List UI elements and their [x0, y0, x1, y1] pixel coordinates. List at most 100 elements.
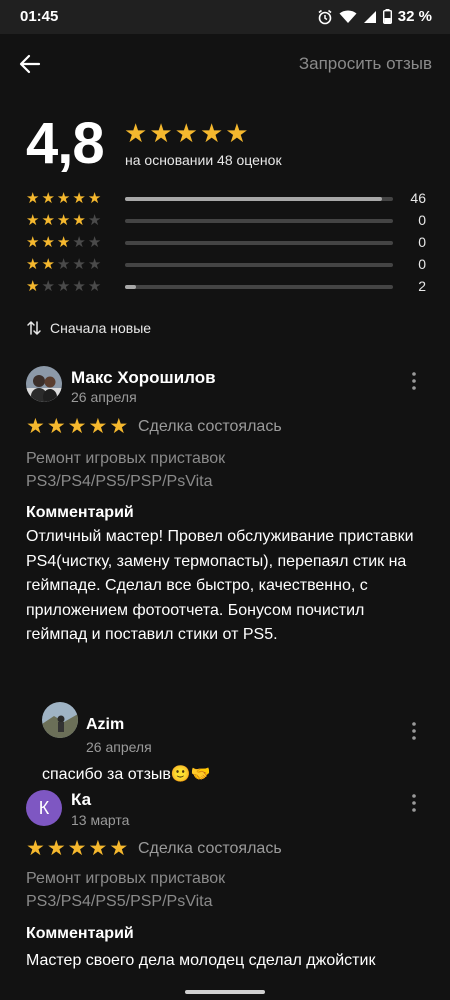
star-icon: ★	[56, 212, 71, 229]
star-icon: ★	[199, 118, 224, 148]
distribution-count: 0	[418, 234, 426, 250]
star-icon: ★	[87, 278, 102, 295]
star-icon: ★	[88, 415, 108, 438]
star-icon: ★	[26, 415, 45, 438]
star-icon: ★	[46, 415, 66, 438]
star-icon: ★	[41, 278, 55, 295]
distribution-row: ★ ★ ★ ★ ★ 0	[26, 210, 426, 232]
request-review-button[interactable]: Запросить отзыв	[299, 54, 432, 74]
star-icon: ★	[26, 278, 40, 295]
star-icon: ★	[41, 256, 55, 273]
distribution-stars: ★ ★ ★ ★ ★	[26, 232, 101, 254]
sort-arrows-icon	[27, 321, 41, 335]
review-stars: ★ ★ ★ ★ ★	[26, 838, 128, 860]
review-date: 13 марта	[71, 812, 130, 828]
more-vertical-icon	[412, 722, 416, 740]
more-options-button[interactable]	[406, 792, 422, 814]
distribution-count: 2	[418, 278, 426, 294]
star-icon: ★	[56, 278, 71, 295]
star-icon: ★	[87, 256, 102, 273]
comment-heading: Комментарий	[26, 504, 134, 521]
star-icon: ★	[67, 837, 87, 860]
star-icon: ★	[41, 212, 55, 229]
star-icon: ★	[72, 256, 86, 273]
star-icon: ★	[56, 190, 71, 207]
distribution-row: ★ ★ ★ ★ ★ 46	[26, 188, 426, 210]
distribution-bar-fill	[125, 197, 383, 201]
distribution-row: ★ ★ ★ ★ ★ 2	[26, 276, 426, 298]
review-date: 26 апреля	[71, 389, 137, 405]
status-icons: 32 %	[317, 8, 432, 25]
star-icon: ★	[225, 118, 249, 148]
more-options-button[interactable]	[406, 370, 422, 392]
reviews-screen: Запросить отзыв 4,8 ★ ★ ★ ★ ★ на основан…	[0, 34, 450, 1000]
ratings-count: на основании 48 оценок	[125, 152, 282, 168]
average-rating: 4,8	[26, 111, 105, 176]
star-icon: ★	[41, 190, 55, 207]
star-icon: ★	[124, 118, 148, 148]
star-icon: ★	[174, 118, 198, 148]
comment-text: Отличный мастер! Провел обслуживание при…	[26, 528, 414, 643]
distribution-count: 46	[410, 190, 426, 206]
distribution-stars: ★ ★ ★ ★ ★	[26, 188, 101, 210]
status-bar: 01:45 32 %	[0, 0, 450, 34]
star-icon: ★	[26, 837, 45, 860]
back-button[interactable]	[16, 50, 44, 78]
star-icon: ★	[72, 190, 86, 207]
star-icon: ★	[109, 837, 129, 860]
distribution-bar	[125, 197, 393, 201]
avatar[interactable]	[26, 366, 62, 402]
top-bar: Запросить отзыв	[0, 34, 450, 94]
star-icon: ★	[87, 234, 102, 251]
star-icon: ★	[26, 256, 40, 273]
home-indicator[interactable]	[185, 990, 265, 994]
avatar[interactable]: К	[26, 790, 62, 826]
distribution-count: 0	[418, 256, 426, 272]
service-name: Ремонт игровых приставок PS3/PS4/PS5/PSP…	[26, 450, 226, 490]
star-icon: ★	[149, 118, 173, 148]
reply-more-options-button[interactable]	[406, 720, 422, 742]
star-icon: ★	[56, 234, 71, 251]
review-author: Ка	[71, 790, 92, 809]
comment-heading: Комментарий	[26, 925, 134, 942]
reply-avatar[interactable]	[42, 702, 78, 738]
distribution-stars: ★ ★ ★ ★ ★	[26, 276, 101, 298]
distribution-bar-fill	[125, 285, 136, 289]
rating-distribution: ★ ★ ★ ★ ★ 46 ★ ★ ★ ★ ★ 0 ★ ★ ★ ★ ★ 0 ★ ★ ★ ★ ★ 0 ★ ★ ★ ★ ★ 2	[26, 188, 426, 298]
star-icon: ★	[56, 256, 71, 273]
star-icon: ★	[41, 234, 55, 251]
star-icon: ★	[26, 212, 40, 229]
star-icon: ★	[72, 234, 86, 251]
battery-icon	[382, 9, 392, 24]
distribution-bar	[125, 263, 393, 267]
distribution-bar	[125, 241, 393, 245]
reply-text: спасибо за отзыв🙂🤝	[42, 766, 211, 783]
sort-button[interactable]: Сначала новые	[26, 320, 151, 336]
battery-percent: 32 %	[397, 8, 432, 25]
alarm-icon	[317, 9, 333, 25]
avatar-letter: К	[38, 797, 50, 818]
summary-stars: ★ ★ ★ ★ ★	[124, 120, 249, 146]
distribution-stars: ★ ★ ★ ★ ★	[26, 254, 101, 276]
distribution-stars: ★ ★ ★ ★ ★	[26, 210, 101, 232]
distribution-row: ★ ★ ★ ★ ★ 0	[26, 232, 426, 254]
deal-status: Сделка состоялась	[138, 840, 282, 857]
status-time: 01:45	[20, 8, 59, 25]
comment-text: Мастер своего дела молодец сделал джойст…	[26, 952, 376, 969]
star-icon: ★	[67, 415, 87, 438]
star-icon: ★	[72, 278, 86, 295]
wifi-icon	[339, 10, 357, 24]
distribution-row: ★ ★ ★ ★ ★ 0	[26, 254, 426, 276]
star-icon: ★	[26, 190, 40, 207]
star-icon: ★	[72, 212, 86, 229]
star-icon: ★	[26, 234, 40, 251]
service-name: Ремонт игровых приставок PS3/PS4/PS5/PSP…	[26, 870, 226, 910]
star-icon: ★	[46, 837, 66, 860]
review-author: Макс Хорошилов	[71, 368, 216, 387]
sort-label: Сначала новые	[50, 320, 152, 336]
reply-date: 26 апреля	[86, 739, 152, 755]
distribution-bar	[125, 219, 393, 223]
star-icon: ★	[109, 415, 129, 438]
star-icon: ★	[87, 212, 102, 229]
distribution-bar	[125, 285, 393, 289]
